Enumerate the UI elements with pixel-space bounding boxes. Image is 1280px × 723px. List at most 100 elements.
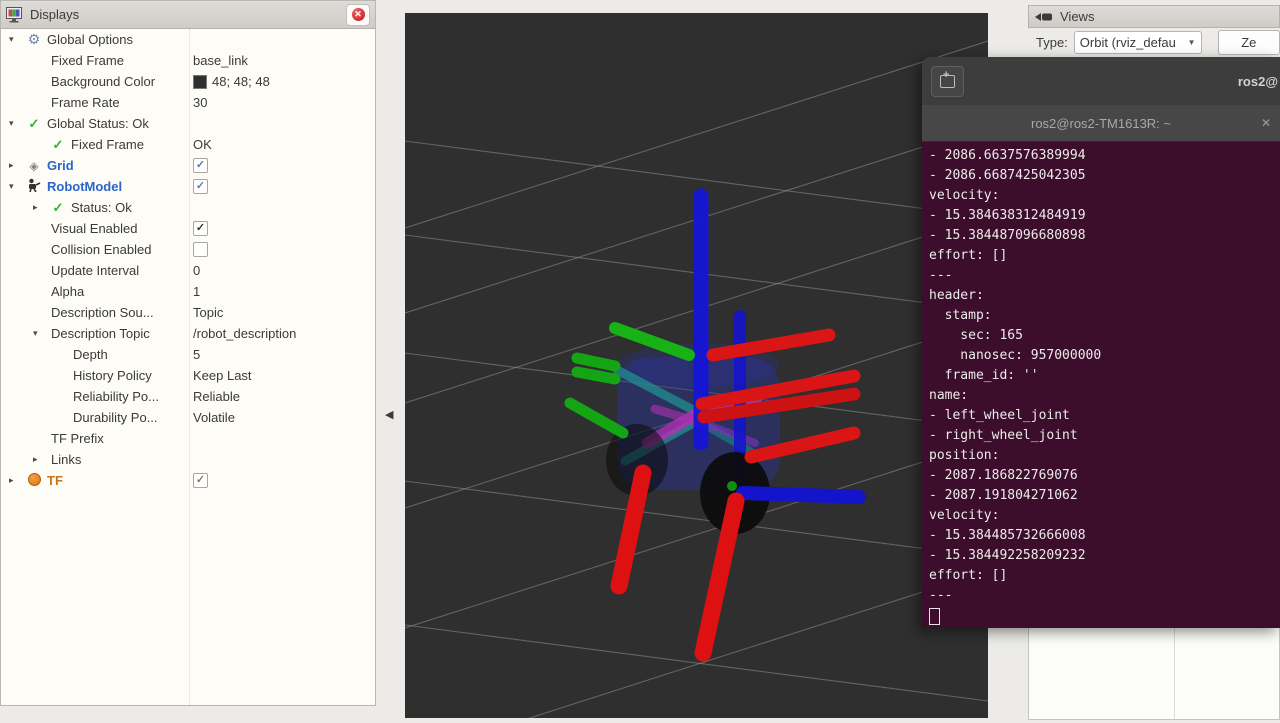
expand-arrow-icon[interactable]: ▾ (7, 118, 25, 129)
property-label: Global Options (47, 32, 133, 47)
checkbox-checked[interactable]: ✓ (193, 179, 208, 194)
views-camera-icon (1035, 11, 1053, 23)
view-type-value: Orbit (rviz_defau (1080, 35, 1188, 50)
collapse-arrow-icon[interactable]: ▸ (31, 454, 49, 465)
display-row-frame-rate[interactable]: Frame Rate30 (1, 92, 375, 113)
property-label: RobotModel (47, 179, 122, 194)
display-row-visual-enabled[interactable]: Visual Enabled✓ (1, 218, 375, 239)
new-tab-button[interactable]: + (931, 66, 964, 97)
display-row-grid[interactable]: ▸◈Grid✓ (1, 155, 375, 176)
display-row-global-status-ok[interactable]: ▾✓Global Status: Ok (1, 113, 375, 134)
property-value[interactable]: Keep Last (193, 368, 252, 383)
display-row-tf-prefix[interactable]: TF Prefix (1, 428, 375, 449)
display-row-history-policy[interactable]: History PolicyKeep Last (1, 365, 375, 386)
property-value[interactable]: Volatile (193, 410, 235, 425)
property-value[interactable]: ✓ (193, 473, 208, 488)
property-value[interactable] (193, 242, 208, 257)
display-row-background-color[interactable]: Background Color48; 48; 48 (1, 71, 375, 92)
display-row-description-topic[interactable]: ▾Description Topic/robot_description (1, 323, 375, 344)
checkbox-unchecked[interactable] (193, 242, 208, 257)
property-value[interactable]: Topic (193, 305, 223, 320)
terminal-tab[interactable]: ros2@ros2-TM1613R: ~ ✕ (922, 105, 1280, 142)
terminal-line: name: (929, 386, 1280, 406)
display-row-fixed-frame[interactable]: ✓Fixed FrameOK (1, 134, 375, 155)
property-value[interactable]: 1 (193, 284, 200, 299)
panel-collapse-arrow-icon[interactable]: ◀ (385, 408, 393, 421)
3d-scene (405, 13, 988, 718)
chevron-down-icon: ▼ (1188, 38, 1196, 47)
property-value[interactable]: 5 (193, 347, 200, 362)
property-label: Reliability Po... (73, 389, 159, 404)
displays-tree: ▾⚙Global OptionsFixed Framebase_linkBack… (1, 29, 375, 705)
display-row-fixed-frame[interactable]: Fixed Framebase_link (1, 50, 375, 71)
checkbox-checked[interactable]: ✓ (193, 473, 208, 488)
property-value[interactable]: ✓ (193, 158, 208, 173)
expand-arrow-icon[interactable]: ▾ (31, 328, 49, 339)
terminal-line: - 15.384638312484919 (929, 206, 1280, 226)
property-value[interactable]: 30 (193, 95, 207, 110)
property-value[interactable]: 0 (193, 263, 200, 278)
color-swatch (193, 75, 207, 89)
property-value[interactable]: ✓ (193, 221, 208, 236)
property-label: TF (47, 473, 63, 488)
property-label: Durability Po... (73, 410, 158, 425)
property-value[interactable]: /robot_description (193, 326, 296, 341)
display-row-collision-enabled[interactable]: Collision Enabled (1, 239, 375, 260)
checkbox-checked[interactable]: ✓ (193, 158, 208, 173)
property-label: Collision Enabled (51, 242, 151, 257)
status-ok-check-icon: ✓ (49, 200, 67, 216)
value-text: Keep Last (193, 368, 252, 383)
display-row-update-interval[interactable]: Update Interval0 (1, 260, 375, 281)
value-text: Topic (193, 305, 223, 320)
property-value[interactable]: Reliable (193, 389, 240, 404)
property-value[interactable]: OK (193, 137, 212, 152)
property-value[interactable]: base_link (193, 53, 248, 68)
zero-button[interactable]: Ze (1218, 30, 1280, 55)
displays-panel: Displays ✕ ▾⚙Global OptionsFixed Frameba… (0, 0, 376, 706)
collapse-arrow-icon[interactable]: ▸ (31, 202, 49, 213)
display-row-durability-po[interactable]: Durability Po... Volatile (1, 407, 375, 428)
display-row-global-options[interactable]: ▾⚙Global Options (1, 29, 375, 50)
display-row-links[interactable]: ▸Links (1, 449, 375, 470)
property-value[interactable]: 48; 48; 48 (193, 74, 270, 89)
property-label: Grid (47, 158, 74, 173)
display-row-description-sou[interactable]: Description Sou...Topic (1, 302, 375, 323)
close-icon: ✕ (352, 8, 365, 21)
terminal-line: - 2087.191804271062 (929, 486, 1280, 506)
terminal-line: sec: 165 (929, 326, 1280, 346)
terminal-line: - 2086.6687425042305 (929, 166, 1280, 186)
zero-button-label: Ze (1241, 35, 1256, 50)
terminal-line: - 15.384492258209232 (929, 546, 1280, 566)
value-text: Volatile (193, 410, 235, 425)
terminal-line: - 15.384487096680898 (929, 226, 1280, 246)
terminal-output[interactable]: - 2086.6637576389994- 2086.6687425042305… (922, 142, 1280, 628)
expand-arrow-icon[interactable]: ▾ (7, 34, 25, 45)
terminal-titlebar[interactable]: + ros2@ (922, 57, 1280, 105)
property-label: Description Topic (51, 326, 150, 341)
view-type-combobox[interactable]: Orbit (rviz_defau ▼ (1074, 31, 1202, 54)
display-row-alpha[interactable]: Alpha1 (1, 281, 375, 302)
3d-viewport[interactable] (405, 13, 988, 718)
views-titlebar[interactable]: Views (1028, 5, 1280, 28)
tab-close-icon[interactable]: ✕ (1261, 116, 1271, 130)
terminal-window[interactable]: + ros2@ ros2@ros2-TM1613R: ~ ✕ - 2086.66… (922, 57, 1280, 628)
display-row-status-ok[interactable]: ▸✓Status: Ok (1, 197, 375, 218)
collapse-arrow-icon[interactable]: ▸ (7, 160, 25, 171)
value-text: base_link (193, 53, 248, 68)
status-ok-check-icon: ✓ (25, 116, 43, 132)
property-label: Links (51, 452, 81, 467)
displays-titlebar[interactable]: Displays ✕ (1, 1, 375, 29)
checkbox-checked[interactable]: ✓ (193, 221, 208, 236)
display-row-tf[interactable]: ▸ TF ✓ (1, 470, 375, 491)
expand-arrow-icon[interactable]: ▾ (7, 181, 25, 192)
display-row-reliability-po[interactable]: Reliability Po... Reliable (1, 386, 375, 407)
views-panel-title: Views (1060, 9, 1273, 24)
display-row-robotmodel[interactable]: ▾ RobotModel ✓ (1, 176, 375, 197)
property-value[interactable]: ✓ (193, 179, 208, 194)
terminal-line: nanosec: 957000000 (929, 346, 1280, 366)
status-ok-check-icon: ✓ (49, 137, 67, 153)
displays-close-button[interactable]: ✕ (346, 4, 370, 26)
collapse-arrow-icon[interactable]: ▸ (7, 475, 25, 486)
display-row-depth[interactable]: Depth5 (1, 344, 375, 365)
value-text: 5 (193, 347, 200, 362)
